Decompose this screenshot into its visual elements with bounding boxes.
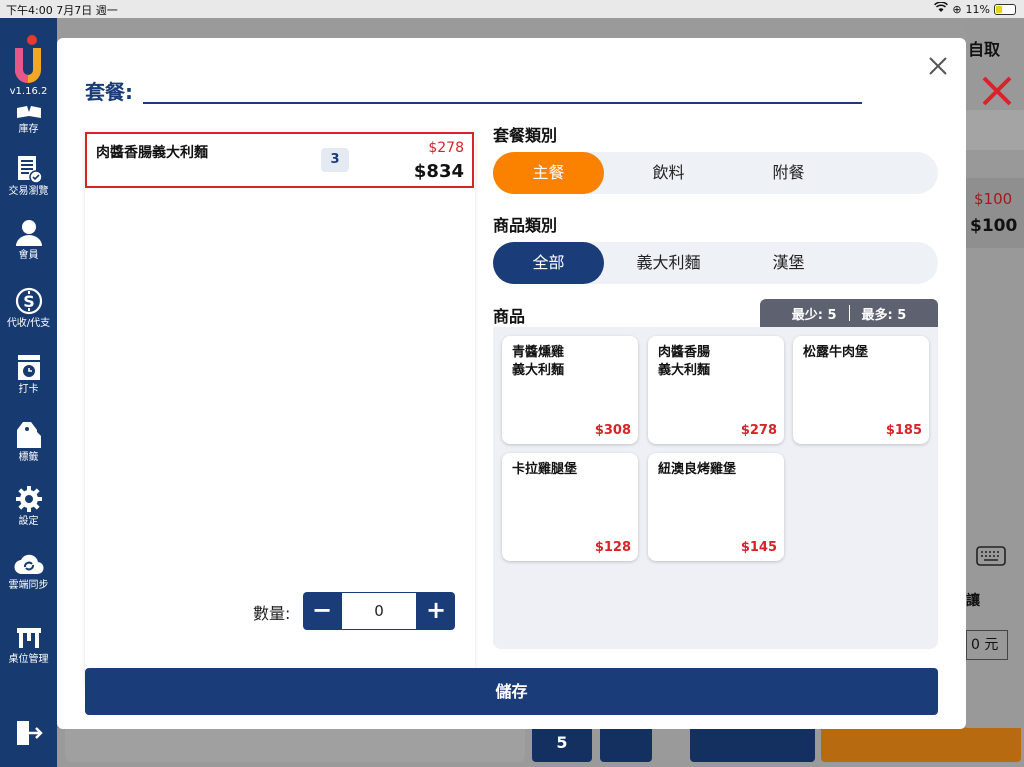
battery-icon — [994, 3, 1016, 15]
selected-item-qty: 3 — [321, 148, 349, 172]
product-price: $278 — [740, 423, 777, 438]
quantity-input[interactable]: 0 — [341, 592, 417, 630]
sidebar-item-cloud-sync[interactable]: 雲端同步 — [0, 548, 57, 592]
wifi-icon — [934, 1, 949, 16]
sidebar-item-clock-in[interactable]: 打卡 — [0, 352, 57, 396]
member-icon — [14, 218, 44, 248]
product-price: $308 — [594, 423, 631, 438]
cloud-sync-icon — [13, 548, 44, 578]
battery-percent: 11% — [965, 2, 990, 16]
products-label: 商品 — [493, 307, 526, 326]
sidebar-item-collect-pay[interactable]: S 代收/代支 — [0, 286, 57, 330]
save-button[interactable]: 儲存 — [85, 668, 938, 715]
product-name: 肉醬香腸 義大利麵 — [658, 345, 711, 378]
collect-pay-icon: S — [14, 286, 44, 316]
product-grid: 青醬燻雞 義大利麵 $308 肉醬香腸 義大利麵 $278 松露牛肉堡 $185… — [493, 327, 938, 649]
set-category-drink[interactable]: 飲料 — [613, 152, 724, 194]
product-name: 松露牛肉堡 — [803, 345, 869, 360]
product-name: 青醬燻雞 義大利麵 — [512, 345, 565, 378]
product-category-label: 商品類別 — [493, 216, 558, 235]
product-price: $185 — [885, 423, 922, 438]
product-price: $145 — [740, 540, 777, 555]
quantity-increase-button[interactable]: + — [417, 592, 455, 630]
remove-x-icon — [980, 74, 1014, 112]
inventory-icon — [14, 104, 44, 122]
product-category-pasta[interactable]: 義大利麵 — [613, 242, 724, 284]
max-count: 最多: 5 — [861, 307, 907, 323]
product-category-selector: 全部 義大利麵 漢堡 — [493, 242, 938, 284]
settings-icon — [14, 484, 44, 514]
discount-value: 0 元 — [966, 630, 1008, 660]
table-icon — [14, 622, 44, 652]
keyboard-icon — [976, 546, 1006, 570]
selected-item-total: $834 — [413, 161, 464, 182]
product-card[interactable]: 松露牛肉堡 $185 — [793, 336, 929, 444]
product-category-all[interactable]: 全部 — [493, 242, 604, 284]
min-count: 最少: 5 — [791, 307, 837, 323]
set-category-main[interactable]: 主餐 — [493, 152, 604, 194]
selected-item-row[interactable]: 肉醬香腸義大利麵 3 $278 $834 — [85, 132, 474, 188]
status-time-date: 下午4:00 7月7日 週一 — [6, 4, 118, 17]
set-category-side[interactable]: 附餐 — [733, 152, 844, 194]
sidebar-item-member[interactable]: 會員 — [0, 218, 57, 262]
min-max-badge: 最少: 5 最多: 5 — [760, 299, 938, 327]
selected-items-panel: 肉醬香腸義大利麵 3 $278 $834 數量: − 0 + — [85, 130, 475, 690]
background-number-button: 5 — [532, 728, 592, 762]
product-card[interactable]: 卡拉雞腿堡 $128 — [502, 453, 638, 561]
product-price: $128 — [594, 540, 631, 555]
product-name: 紐澳良烤雞堡 — [658, 462, 737, 477]
background-price-black: $100 — [970, 216, 1018, 236]
close-button[interactable] — [926, 54, 950, 78]
logout-button[interactable] — [0, 718, 57, 750]
close-icon — [929, 57, 947, 75]
quantity-decrease-button[interactable]: − — [303, 592, 341, 630]
selected-item-name: 肉醬香腸義大利麵 — [96, 145, 208, 161]
logout-icon — [14, 718, 44, 748]
pickup-label: 自取 — [968, 40, 1001, 59]
discount-label: 讓 — [966, 593, 980, 609]
rotation-lock-icon: ⊕ — [952, 2, 962, 16]
calculator-icon — [600, 728, 652, 762]
app-logo — [12, 32, 44, 88]
set-category-label: 套餐類別 — [493, 126, 558, 145]
product-name: 卡拉雞腿堡 — [512, 462, 578, 477]
clock-in-icon — [14, 352, 44, 382]
set-category-selector: 主餐 飲料 附餐 — [493, 152, 938, 194]
quantity-label: 數量: — [253, 604, 291, 623]
app-version: v1.16.2 — [9, 86, 48, 97]
product-card[interactable]: 肉醬香腸 義大利麵 $278 — [648, 336, 784, 444]
background-price-red: $100 — [974, 190, 1013, 208]
product-category-burger[interactable]: 漢堡 — [733, 242, 844, 284]
title-underline — [143, 102, 862, 104]
set-meal-dialog: 套餐: 肉醬香腸義大利麵 3 $278 $834 數量: − 0 + 套餐類別 … — [57, 38, 966, 729]
sidebar-item-settings[interactable]: 設定 — [0, 484, 57, 528]
product-card[interactable]: 青醬燻雞 義大利麵 $308 — [502, 336, 638, 444]
sidebar-item-inventory[interactable]: 庫存 — [0, 104, 57, 136]
sidebar-item-transactions[interactable]: 交易瀏覽 — [0, 154, 57, 198]
dialog-title: 套餐: — [85, 80, 133, 104]
sidebar-item-label[interactable]: 標籤 — [0, 420, 57, 464]
sidebar: v1.16.2 庫存 交易瀏覽 會員 S 代收/代支 打卡 標籤 設定 雲端同步… — [0, 18, 57, 767]
selected-item-unit-price: $278 — [428, 140, 464, 156]
background-footer: 5 — [57, 728, 1024, 767]
label-icon — [14, 420, 44, 450]
product-card[interactable]: 紐澳良烤雞堡 $145 — [648, 453, 784, 561]
sidebar-item-table[interactable]: 桌位管理 — [0, 622, 57, 666]
background-right-panel: 自取 $100 $100 讓 0 元 — [966, 18, 1024, 767]
status-bar: 下午4:00 7月7日 週一 ⊕ 11% — [0, 0, 1024, 18]
transactions-icon — [14, 154, 44, 184]
